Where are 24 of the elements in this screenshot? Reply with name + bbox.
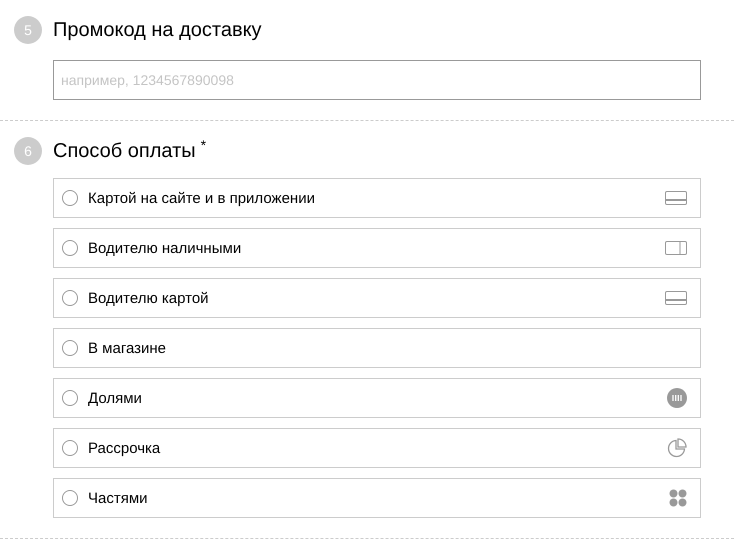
four-dots-icon <box>669 489 687 507</box>
radio-button[interactable] <box>62 240 78 256</box>
radio-button[interactable] <box>62 340 78 356</box>
payment-option[interactable]: Рассрочка <box>53 428 701 468</box>
radio-button[interactable] <box>62 490 78 506</box>
pie-chart-icon <box>667 438 687 458</box>
radio-button[interactable] <box>62 440 78 456</box>
payment-option[interactable]: Водителю картой <box>53 278 701 318</box>
card-icon <box>665 291 687 305</box>
stripes-circle-icon <box>667 388 687 408</box>
radio-button[interactable] <box>62 390 78 406</box>
payment-option[interactable]: Частями <box>53 478 701 518</box>
payment-option[interactable]: Водителю наличными <box>53 228 701 268</box>
promo-code-field[interactable]: например, 1234567890098 <box>53 60 701 100</box>
section-title: Промокод на доставку <box>53 18 262 42</box>
required-mark: * <box>200 137 206 153</box>
payment-option[interactable]: Картой на сайте и в приложении <box>53 178 701 218</box>
wallet-icon <box>665 241 687 255</box>
payment-option[interactable]: Долями <box>53 378 701 418</box>
section-title: Способ оплаты <box>53 140 196 162</box>
payment-option[interactable]: В магазине <box>53 328 701 368</box>
radio-button[interactable] <box>62 190 78 206</box>
card-icon <box>665 191 687 205</box>
radio-button[interactable] <box>62 290 78 306</box>
